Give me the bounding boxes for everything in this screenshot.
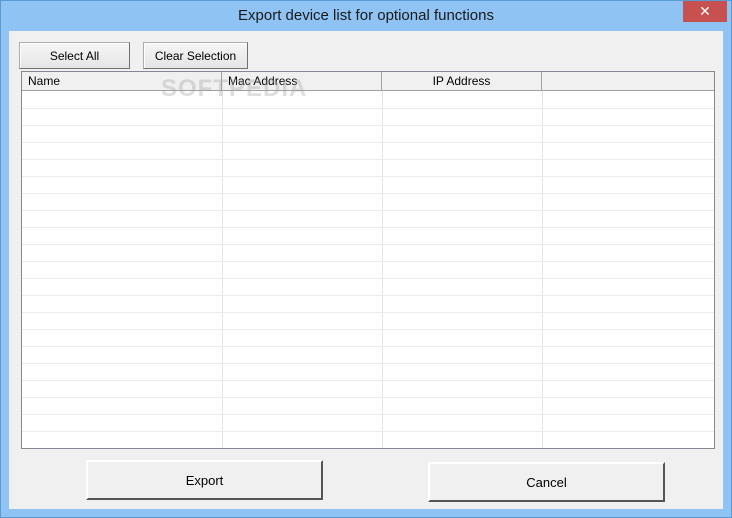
row-gridline (22, 312, 714, 313)
column-header-empty[interactable] (542, 72, 714, 91)
row-gridline (22, 414, 714, 415)
title-bar[interactable]: Export device list for optional function… (1, 1, 731, 31)
window-title: Export device list for optional function… (238, 7, 494, 24)
row-gridline (22, 278, 714, 279)
left-window-frame (1, 31, 9, 517)
row-gridline (22, 363, 714, 364)
column-gridline (222, 91, 223, 448)
row-gridline (22, 210, 714, 211)
row-gridline (22, 329, 714, 330)
bottom-window-frame (1, 509, 731, 517)
device-list[interactable]: Name Mac Address IP Address (21, 71, 715, 449)
list-header: Name Mac Address IP Address (22, 72, 714, 91)
row-gridline (22, 159, 714, 160)
column-header-ip-address[interactable]: IP Address (382, 72, 542, 91)
row-gridline (22, 295, 714, 296)
row-gridline (22, 142, 714, 143)
row-gridline (22, 397, 714, 398)
row-gridline (22, 380, 714, 381)
row-gridline (22, 227, 714, 228)
row-gridline (22, 176, 714, 177)
right-window-frame (723, 31, 731, 517)
row-gridline (22, 244, 714, 245)
row-gridline (22, 261, 714, 262)
row-gridline (22, 193, 714, 194)
softpedia-watermark: SOFTPEDIA (161, 75, 308, 102)
row-gridline (22, 346, 714, 347)
cancel-button[interactable]: Cancel (428, 462, 665, 502)
row-gridline (22, 431, 714, 432)
column-gridline (542, 91, 543, 448)
export-dialog-window: Export device list for optional function… (0, 0, 732, 518)
dialog-client-area: Select All Clear Selection Name Mac Addr… (9, 31, 723, 509)
close-button[interactable]: ✕ (683, 1, 727, 22)
row-gridline (22, 125, 714, 126)
close-icon: ✕ (699, 3, 711, 19)
select-all-button[interactable]: Select All (19, 42, 130, 69)
column-gridline (382, 91, 383, 448)
clear-selection-button[interactable]: Clear Selection (143, 42, 248, 69)
row-gridline (22, 108, 714, 109)
export-button[interactable]: Export (86, 460, 323, 500)
